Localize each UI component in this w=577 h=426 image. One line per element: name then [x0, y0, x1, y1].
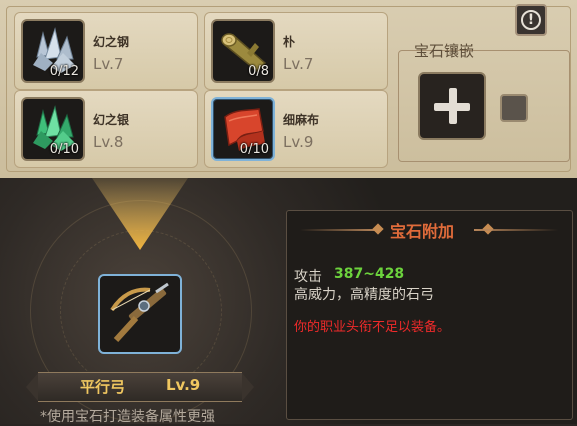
add-gem-button[interactable]: [418, 72, 486, 140]
material-count: 0/8: [248, 64, 269, 79]
gem-bonus-title: 宝石附加: [390, 222, 455, 241]
crossbow-icon: [110, 282, 169, 343]
material-count: 0/10: [239, 142, 269, 157]
gem-inlay-title: 宝石镶嵌: [414, 42, 475, 60]
material-slot[interactable]: 0/10: [21, 97, 85, 161]
material-card-wood[interactable]: 0/8 朴 Lv.7: [204, 12, 388, 90]
material-slot[interactable]: 0/8: [211, 19, 275, 83]
gem-mini-slot[interactable]: [500, 94, 528, 122]
weapon-description: 高威力，高精度的石弓: [294, 287, 434, 303]
equip-warning: 你的职业头衔不足以装备。: [294, 320, 451, 335]
weapon-name-bar: [26, 372, 254, 402]
material-card-phantom-steel[interactable]: 0/12 幻之钢 Lv.7: [14, 12, 198, 90]
material-level: Lv.9: [283, 133, 314, 151]
info-button[interactable]: !: [515, 4, 547, 36]
weapon-slot[interactable]: [98, 274, 182, 354]
material-level: Lv.7: [283, 55, 314, 73]
attack-label: 攻击: [294, 269, 322, 285]
title-divider-left: [300, 229, 378, 231]
material-name: 朴: [283, 35, 296, 49]
material-level: Lv.7: [93, 55, 124, 73]
material-card-phantom-silver[interactable]: 0/10 幻之银 Lv.8: [14, 90, 198, 168]
material-level: Lv.8: [93, 133, 124, 151]
crafting-hint: *使用宝石打造装备属性更强: [40, 409, 215, 425]
attack-value: 387~428: [334, 266, 405, 282]
material-slot-selected[interactable]: 0/10: [211, 97, 275, 161]
weapon-name: 平行弓: [80, 378, 126, 396]
weapon-level: Lv.9: [166, 376, 201, 394]
material-count: 0/12: [49, 64, 79, 79]
material-card-linen[interactable]: 0/10 细麻布 Lv.9: [204, 90, 388, 168]
material-slot[interactable]: 0/12: [21, 19, 85, 83]
material-name: 幻之钢: [93, 35, 130, 49]
material-name: 细麻布: [283, 113, 320, 127]
material-count: 0/10: [49, 142, 79, 157]
exclamation-icon: !: [521, 10, 541, 30]
down-arrow-icon: [92, 178, 188, 250]
title-divider-right: [474, 229, 558, 231]
material-name: 幻之银: [93, 113, 130, 127]
